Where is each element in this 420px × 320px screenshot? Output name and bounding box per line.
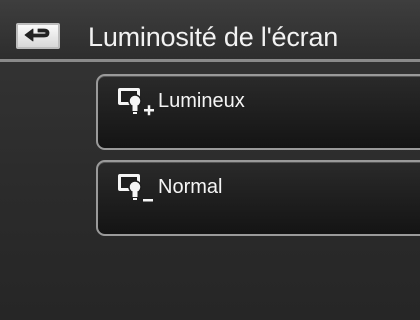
screen-brightness-plus-icon [118,88,154,116]
option-lumineux-button[interactable]: Lumineux [96,74,420,150]
screen-brightness-minus-icon [118,174,153,202]
back-arrow-icon [24,28,50,42]
settings-screen: Luminosité de l'écran Lumineux Normal [0,0,420,320]
back-button[interactable] [16,23,60,49]
option-label: Normal [158,176,223,198]
option-label: Lumineux [158,90,245,112]
page-title: Luminosité de l'écran [88,22,339,52]
header-bar: Luminosité de l'écran [0,0,420,62]
option-normal-button[interactable]: Normal [96,160,420,236]
